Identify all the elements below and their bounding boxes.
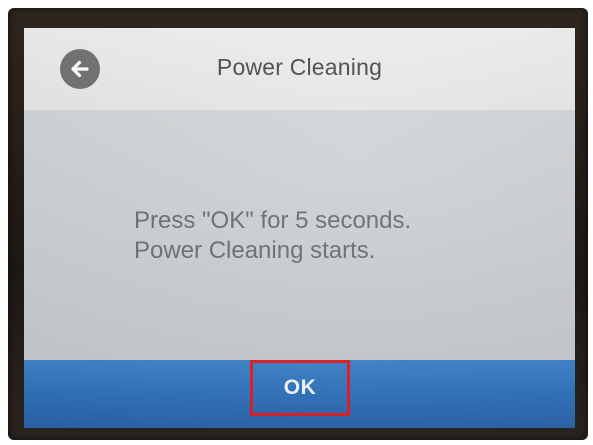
message-line-2: Power Cleaning starts. xyxy=(134,237,376,264)
title-bar: Power Cleaning xyxy=(24,28,575,110)
screen-title: Power Cleaning xyxy=(216,54,383,80)
ok-button[interactable]: OK xyxy=(250,360,350,416)
photo-background: Power Cleaning Press "OK" for 5 seconds.… xyxy=(0,0,593,445)
instruction-message: Press "OK" for 5 seconds. Power Cleaning… xyxy=(134,206,554,266)
message-line-1: Press "OK" for 5 seconds. xyxy=(134,207,412,234)
message-area: Press "OK" for 5 seconds. Power Cleaning… xyxy=(24,110,575,360)
lcd-screen: Power Cleaning Press "OK" for 5 seconds.… xyxy=(24,28,575,428)
ok-button-label: OK xyxy=(283,376,317,399)
